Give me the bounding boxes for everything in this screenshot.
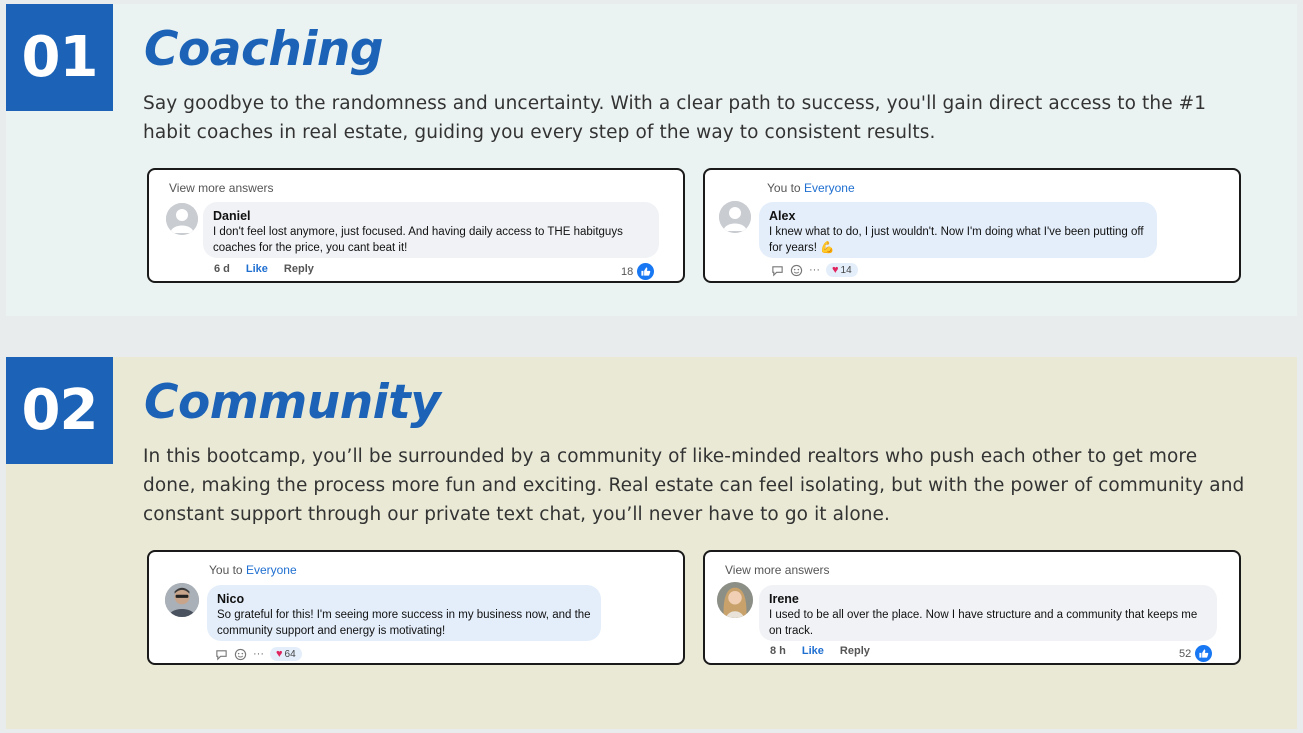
default-avatar-icon — [166, 203, 198, 235]
like-count-number: 52 — [1179, 647, 1192, 660]
emoji-icon[interactable] — [790, 264, 803, 277]
more-options-icon[interactable]: ··· — [809, 264, 820, 276]
audience-label: You to Everyone — [209, 563, 297, 577]
like-count[interactable]: 18 — [621, 263, 655, 280]
view-more-answers-link[interactable]: View more answers — [169, 181, 273, 195]
everyone-link[interactable]: Everyone — [246, 563, 297, 577]
everyone-link[interactable]: Everyone — [804, 181, 855, 195]
avatar[interactable] — [166, 203, 198, 235]
coaching-section: 01 Coaching Say goodbye to the randomnes… — [6, 4, 1297, 316]
section-description: Say goodbye to the randomness and uncert… — [143, 93, 1207, 143]
view-more-answers-link[interactable]: View more answers — [725, 563, 829, 577]
avatar-irene[interactable] — [717, 582, 753, 618]
like-button[interactable]: Like — [246, 263, 268, 275]
comment-bubble: Daniel I don't feel lost anymore, just f… — [203, 202, 659, 258]
reaction-row: ··· ♥ 64 — [215, 647, 302, 661]
heart-icon: ♥ — [276, 648, 283, 660]
comment-text: I don't feel lost anymore, just focused.… — [213, 226, 623, 254]
avatar-nico[interactable] — [165, 583, 199, 617]
heart-icon: ♥ — [832, 264, 839, 276]
comment-card-alex: You to Everyone Alex I knew what to do, … — [703, 168, 1241, 283]
reply-button[interactable]: Reply — [284, 263, 314, 275]
comment-actions: 6 d Like Reply — [214, 263, 314, 275]
comment-author[interactable]: Alex — [769, 208, 1147, 224]
section-title: Community — [144, 375, 441, 430]
comment-author[interactable]: Daniel — [213, 208, 649, 224]
reaction-row: ··· ♥ 14 — [771, 263, 858, 277]
comment-text: I knew what to do, I just wouldn't. Now … — [769, 226, 1144, 254]
section-description: In this bootcamp, you’ll be surrounded b… — [143, 446, 1245, 525]
comment-time: 8 h — [770, 645, 786, 657]
thumbs-up-icon — [637, 263, 655, 280]
like-count[interactable]: 52 — [1179, 645, 1213, 662]
like-count-number: 18 — [621, 265, 634, 278]
comment-time: 6 d — [214, 263, 230, 275]
comment-card-nico: You to Everyone Nico So grateful for thi… — [147, 550, 685, 665]
comment-bubble: Irene I used to be all over the place. N… — [759, 585, 1217, 641]
comment-text: So grateful for this! I'm seeing more su… — [217, 609, 591, 637]
default-avatar-icon — [719, 201, 751, 233]
comment-author[interactable]: Irene — [769, 591, 1207, 607]
user-photo-icon — [717, 582, 753, 618]
avatar[interactable] — [719, 201, 751, 233]
section-number: 02 — [6, 357, 113, 464]
thumbs-up-icon — [1195, 645, 1213, 662]
comment-bubble: Alex I knew what to do, I just wouldn't.… — [759, 202, 1157, 258]
comment-actions: 8 h Like Reply — [770, 645, 870, 657]
audience-label: You to Everyone — [767, 181, 855, 195]
reply-button[interactable]: Reply — [840, 645, 870, 657]
comment-card-irene: View more answers Irene I used to be all… — [703, 550, 1241, 665]
more-options-icon[interactable]: ··· — [253, 648, 264, 660]
heart-count: 14 — [840, 264, 852, 276]
reply-icon[interactable] — [215, 648, 228, 661]
like-button[interactable]: Like — [802, 645, 824, 657]
comment-text: I used to be all over the place. Now I h… — [769, 609, 1198, 637]
user-photo-icon — [165, 583, 199, 617]
heart-reaction[interactable]: ♥ 14 — [826, 263, 858, 277]
reply-icon[interactable] — [771, 264, 784, 277]
heart-reaction[interactable]: ♥ 64 — [270, 647, 302, 661]
emoji-icon[interactable] — [234, 648, 247, 661]
community-section: 02 Community In this bootcamp, you’ll be… — [6, 357, 1297, 729]
comment-card-daniel: View more answers Daniel I don't feel lo… — [147, 168, 685, 283]
section-title: Coaching — [144, 22, 384, 77]
you-to-label: You to — [767, 181, 801, 195]
comment-author[interactable]: Nico — [217, 591, 591, 607]
heart-count: 64 — [284, 648, 296, 660]
comment-bubble: Nico So grateful for this! I'm seeing mo… — [207, 585, 601, 641]
section-number: 01 — [6, 4, 113, 111]
you-to-label: You to — [209, 563, 243, 577]
